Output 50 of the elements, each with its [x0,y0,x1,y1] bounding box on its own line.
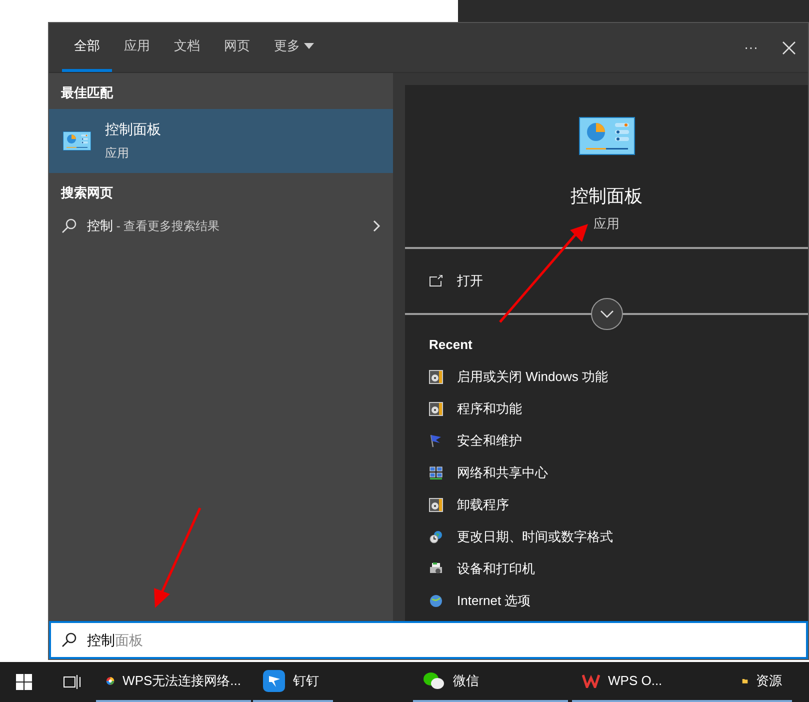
taskbar-app[interactable]: 微信 [413,662,568,702]
web-search-text: 控制 - 查看更多搜索结果 [87,217,221,236]
item-title: 控制面板 [105,120,161,139]
close-icon [782,40,796,54]
open-action[interactable]: 打开 [405,249,808,313]
clock-globe-icon [429,530,443,544]
section-heading: 搜索网页 [60,184,114,202]
section-heading: 最佳匹配 [60,84,114,102]
more-options-button[interactable]: ··· [732,23,770,72]
network-computers-icon [429,466,443,480]
control-panel-icon [578,117,634,155]
search-icon [61,218,77,234]
chevron-right-icon [373,220,381,232]
windows-logo-icon [16,674,32,690]
recent-heading: Recent [428,336,472,354]
control-panel-icon [63,130,91,150]
taskbar-app[interactable]: WPS无法连接网络... [96,662,251,702]
preview-subtitle: 应用 [594,215,620,233]
filter-tab[interactable]: 文档 [162,23,212,72]
web-search-item[interactable]: 控制 - 查看更多搜索结果 [49,208,393,244]
recent-item[interactable]: Internet 选项 [405,584,808,616]
search-field[interactable]: 控制面板 [49,621,808,659]
recent-item[interactable]: 启用或关闭 Windows 功能 [405,360,808,392]
preview-title: 控制面板 [570,185,642,208]
task-view-icon [63,674,81,690]
expand-button[interactable] [590,298,622,330]
chat-bubbles-icon [423,671,445,691]
open-external-icon [429,275,443,287]
taskbar-app[interactable]: WPS O... [572,662,732,702]
item-subtitle: 应用 [105,145,130,162]
paper-plane-icon [263,670,285,692]
best-match-item[interactable]: 控制面板 应用 [49,108,393,172]
filter-tab[interactable]: 应用 [112,23,162,72]
printer-icon [429,562,443,576]
chevron-down-icon [600,310,614,318]
recent-item[interactable]: 网络和共享中心 [405,456,808,488]
taskbar-app[interactable]: 钉钉 [253,662,333,702]
recent-item[interactable]: 安全和维护 [405,424,808,456]
filter-tab[interactable]: 网页 [212,23,262,72]
recent-item[interactable]: 更改日期、时间或数字格式 [405,520,808,552]
search-text: 控制面板 [87,630,143,650]
filter-tab[interactable]: 更多 [262,23,326,72]
search-icon [61,632,77,648]
flag-icon [429,434,443,448]
recent-item[interactable]: 设备和打印机 [405,552,808,584]
recent-item[interactable]: 程序和功能 [405,392,808,424]
globe-icon [429,594,443,608]
taskbar-app[interactable]: 资源 [732,662,792,702]
w-logo-icon [582,674,600,688]
recent-item[interactable]: 卸载程序 [405,488,808,520]
